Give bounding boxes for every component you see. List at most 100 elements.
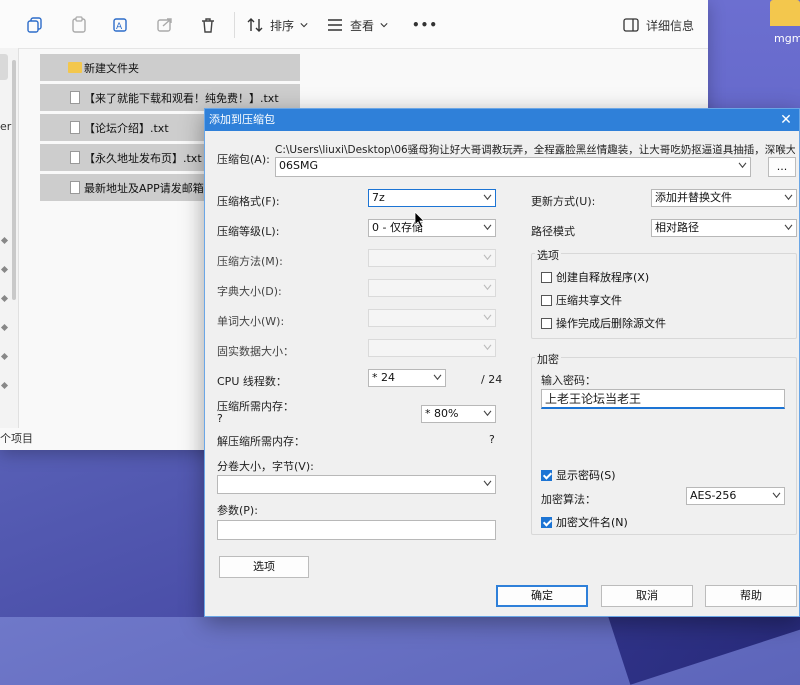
compress-shared-label: 压缩共享文件 [556,294,622,307]
rename-icon: A [113,18,127,32]
parameters-label: 参数(P): [217,504,258,517]
chevron-down-icon [738,162,747,169]
cpu-threads-label: CPU 线程数： [217,375,287,388]
more-icon: ••• [412,18,439,32]
view-list-icon [328,19,342,31]
volume-size-select[interactable] [217,475,496,494]
method-select[interactable] [368,249,496,267]
details-pane-icon [623,18,639,32]
format-label: 压缩格式(F): [217,195,280,208]
desktop-folder-icon[interactable] [770,0,800,26]
rename-button[interactable]: A [112,14,130,36]
chevron-down-icon [784,194,793,201]
chevron-down-icon [483,344,492,351]
checkbox-checked [541,516,552,528]
level-label: 压缩等级(L): [217,225,280,238]
encryption-method-select[interactable]: AES-256 [686,487,785,505]
file-list-item[interactable]: 【来了就能下载和观看！纯免费！】.txt [40,84,300,111]
toolbar-divider [234,12,235,38]
share-button[interactable] [156,14,174,36]
encrypt-names-checkbox[interactable]: 加密文件名(N) [541,514,628,530]
chevron-down-icon [784,224,793,231]
dialog-title: 添加到压缩包 [209,113,275,126]
details-pane-button[interactable]: 详细信息 [622,14,694,36]
password-label: 输入密码： [541,374,596,387]
delete-after-label: 操作完成后删除源文件 [556,317,666,330]
desktop-folder-label: mgm [774,32,800,45]
copy-button[interactable] [26,14,44,36]
sort-label: 排序 [270,18,295,33]
cpu-threads-select[interactable]: * 24 [368,369,446,387]
memory-usage-value: * 80% [425,407,459,420]
show-password-checkbox[interactable]: 显示密码(S) [541,467,616,483]
checkbox-checked [541,469,552,481]
paste-button[interactable] [70,14,88,36]
chevron-down-icon [483,224,492,231]
cpu-threads-value: * 24 [372,371,395,384]
compress-shared-checkbox[interactable]: 压缩共享文件 [541,292,622,308]
format-select[interactable]: 7z [368,189,496,207]
cancel-button[interactable]: 取消 [601,585,693,607]
browse-button[interactable]: ... [768,157,796,177]
trash-icon [202,18,214,33]
details-label: 详细信息 [646,18,695,33]
archive-label: 压缩包(A): [217,153,270,166]
delete-button[interactable] [199,14,217,36]
method-label: 压缩方法(M): [217,255,283,268]
create-sfx-checkbox[interactable]: 创建自释放程序(X) [541,269,649,285]
view-label: 查看 [350,18,375,33]
checkbox-unchecked [541,294,552,306]
chevron-down-icon [483,314,492,321]
archive-path-value: 06SMG [279,159,318,172]
parameters-input[interactable] [217,520,496,540]
text-file-icon [70,91,80,104]
add-to-archive-dialog: 添加到压缩包 ✕ 压缩包(A): C:\Users\liuxi\Desktop\… [204,108,800,617]
help-button[interactable]: 帮助 [705,585,797,607]
path-mode-select[interactable]: 相对路径 [651,219,797,237]
archive-path-overflow: C:\Users\liuxi\Desktop\06骚母狗让好大哥调教玩弄，全程露… [275,144,795,156]
ok-button[interactable]: 确定 [496,585,588,607]
chevron-down-icon [433,374,442,381]
solid-size-select[interactable] [368,339,496,357]
options-button[interactable]: 选项 [219,556,309,578]
password-input[interactable]: 上老王论坛当老王 [541,389,785,409]
volume-size-label: 分卷大小，字节(V): [217,460,314,473]
dialog-titlebar[interactable]: 添加到压缩包 ✕ [205,109,799,131]
file-name: 【论坛介绍】.txt [84,121,169,135]
format-value: 7z [372,191,385,204]
chevron-down-icon [483,480,492,487]
svg-text:A: A [116,22,123,32]
share-icon [157,18,172,32]
navigation-selected-item[interactable] [0,54,8,80]
delete-after-checkbox[interactable]: 操作完成后删除源文件 [541,315,666,331]
navigation-item-label: er [0,120,12,133]
sort-button[interactable]: 排序 [246,14,308,36]
close-button[interactable]: ✕ [777,110,795,130]
folder-icon [68,62,82,73]
dictionary-select[interactable] [368,279,496,297]
update-mode-select[interactable]: 添加并替换文件 [651,189,797,207]
chevron-down-icon [483,194,492,201]
file-list-item[interactable]: 新建文件夹 [40,54,300,81]
file-name: 【来了就能下载和观看！纯免费！】.txt [84,91,279,105]
decompress-memory-label: 解压缩所需内存： [217,435,305,448]
archive-path-input[interactable]: 06SMG [275,157,751,177]
level-select[interactable]: 0 - 仅存储 [368,219,496,237]
chevron-down-icon [483,254,492,261]
memory-usage-select[interactable]: * 80% [421,405,496,423]
status-item-count: 个项目 [0,432,33,445]
dictionary-label: 字典大小(D): [217,285,282,298]
checkbox-unchecked [541,271,552,283]
mouse-cursor-icon [414,211,425,229]
scrollbar[interactable] [12,60,16,300]
word-size-select[interactable] [368,309,496,327]
more-options-button[interactable]: ••• [412,14,438,36]
copy-icon [27,17,42,33]
text-file-icon [70,181,80,194]
text-file-icon [70,151,80,164]
chevron-down-icon [300,23,308,28]
view-button[interactable]: 查看 [326,14,388,36]
compress-memory-value: ? [217,412,223,425]
text-file-icon [70,121,80,134]
chevron-down-icon [772,492,781,499]
